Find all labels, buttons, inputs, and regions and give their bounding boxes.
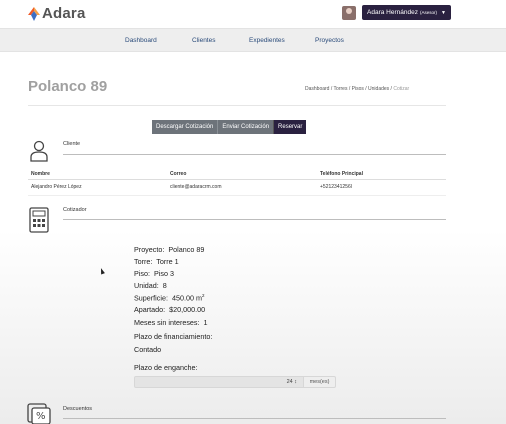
enganche-unit: mes(es) xyxy=(304,376,336,388)
avatar[interactable] xyxy=(342,5,356,20)
download-quote-button[interactable]: Descargar Cotización xyxy=(152,120,218,134)
descuentos-section-rule xyxy=(63,418,446,419)
table-row-rule xyxy=(28,195,446,196)
calculator-icon xyxy=(29,207,49,233)
user-role: (Asesor) xyxy=(419,10,437,15)
send-quote-button[interactable]: Enviar Cotización xyxy=(217,120,274,134)
quote-piso: Piso: Piso 3 xyxy=(134,269,174,278)
svg-text:%: % xyxy=(36,411,46,422)
msi-label: Meses sin intereses: xyxy=(134,318,200,327)
breadcrumb-dashboard[interactable]: Dashboard xyxy=(305,86,329,92)
col-correo: Correo xyxy=(170,171,187,177)
enganche-input[interactable]: 24 ↕ xyxy=(134,376,304,388)
brand-logo[interactable]: Adara xyxy=(28,5,86,22)
unidad-value: 8 xyxy=(162,281,167,290)
quote-msi: Meses sin intereses: 1 xyxy=(134,318,208,327)
proyecto-label: Proyecto: xyxy=(134,245,165,254)
torre-value: Torre 1 xyxy=(156,257,179,266)
cotizador-section-title: Cotizador xyxy=(63,207,87,213)
quote-apartado: Apartado: $20,000.00 xyxy=(134,305,205,314)
nav-clientes[interactable]: Clientes xyxy=(192,37,215,44)
quote-superficie: Superficie: 450.00 m2 xyxy=(134,293,204,302)
cell-correo: cliente@adaracrm.com xyxy=(170,184,222,190)
reserve-button[interactable]: Reservar xyxy=(273,120,307,134)
page-title: Polanco 89 xyxy=(28,78,108,95)
quote-actions: Descargar Cotización Enviar Cotización R… xyxy=(152,120,307,134)
quote-torre: Torre: Torre 1 xyxy=(134,257,179,266)
user-dropdown-button[interactable]: Adara Hernández (Asesor) ▼ xyxy=(362,5,451,20)
brand-name: Adara xyxy=(42,5,86,22)
nav-dashboard[interactable]: Dashboard xyxy=(125,37,157,44)
table-header-rule xyxy=(28,179,446,180)
user-menu[interactable]: Adara Hernández (Asesor) ▼ xyxy=(342,5,451,20)
col-nombre: Nombre xyxy=(31,171,50,177)
top-bar: Adara Adara Hernández (Asesor) ▼ xyxy=(0,0,506,28)
plazo-value[interactable]: Contado xyxy=(134,345,161,354)
background-gradient xyxy=(0,230,506,424)
nav-expedientes[interactable]: Expedientes xyxy=(249,37,285,44)
superficie-unit-exponent: 2 xyxy=(201,293,205,298)
cotizador-section-rule xyxy=(63,219,446,220)
user-name: Adara Hernández xyxy=(367,9,418,16)
piso-value: Piso 3 xyxy=(153,269,174,278)
breadcrumb-current: Cotizar xyxy=(393,86,410,92)
enganche-value: 24 ↕ xyxy=(287,379,297,385)
superficie-value: 450.00 m xyxy=(171,293,202,303)
title-divider xyxy=(28,105,446,106)
apartado-label: Apartado: xyxy=(134,305,166,314)
proyecto-value: Polanco 89 xyxy=(168,245,205,254)
cell-nombre: Alejandro Pérez López xyxy=(31,184,82,190)
cliente-section-rule xyxy=(63,154,446,155)
cell-telefono: +5212341256l xyxy=(320,184,352,190)
torre-label: Torre: xyxy=(134,257,153,266)
user-icon xyxy=(30,140,48,162)
piso-label: Piso: xyxy=(134,269,150,278)
unidad-label: Unidad: xyxy=(134,281,159,290)
descuentos-section-title: Descuentos xyxy=(63,406,93,412)
adara-logo-icon xyxy=(28,6,40,21)
discount-icon: % xyxy=(27,403,51,424)
caret-down-icon: ▼ xyxy=(440,9,446,16)
spinner-icon[interactable]: ↕ xyxy=(294,379,297,385)
cliente-section-title: Cliente xyxy=(63,141,81,147)
col-telefono: Teléfono Principal xyxy=(320,171,363,177)
enganche-label: Plazo de enganche: xyxy=(134,363,198,372)
breadcrumb-unidades[interactable]: Unidades xyxy=(368,86,389,92)
superficie-label: Superficie: xyxy=(134,293,168,303)
apartado-value: $20,000.00 xyxy=(169,305,206,314)
main-nav: Dashboard Clientes Expedientes Proyectos xyxy=(0,28,506,52)
breadcrumb-pisos[interactable]: Pisos xyxy=(352,86,364,92)
mouse-cursor xyxy=(99,267,105,275)
quote-unidad: Unidad: 8 xyxy=(134,281,167,290)
breadcrumb: Dashboard / Torres / Pisos / Unidades / … xyxy=(305,86,410,92)
breadcrumb-torres[interactable]: Torres xyxy=(334,86,348,92)
nav-proyectos[interactable]: Proyectos xyxy=(315,37,344,44)
quote-proyecto: Proyecto: Polanco 89 xyxy=(134,245,204,254)
msi-value: 1 xyxy=(203,318,208,327)
enganche-number: 24 xyxy=(286,379,293,385)
plazo-label: Plazo de financiamiento: xyxy=(134,332,213,341)
